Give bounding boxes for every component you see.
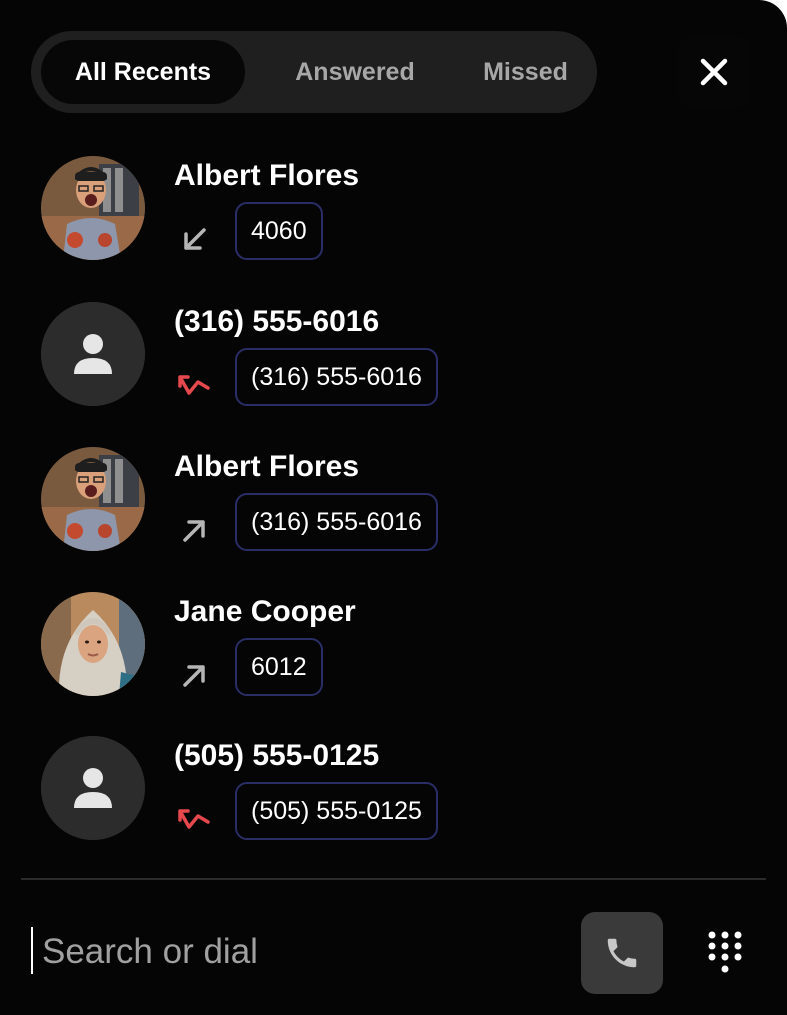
arrow-down-left-icon (184, 228, 206, 250)
tab-missed[interactable]: Missed (463, 40, 588, 104)
tab-answered[interactable]: Answered (267, 40, 443, 104)
user-icon (41, 302, 145, 406)
close-icon (700, 58, 728, 86)
dialpad-button[interactable] (693, 916, 759, 990)
arrow-up-right-icon (183, 665, 205, 687)
call-button[interactable] (581, 912, 663, 994)
call-row[interactable]: Jane Cooper 6012 (0, 592, 787, 722)
avatar (41, 156, 145, 260)
avatar (41, 447, 145, 551)
number-chip[interactable]: (316) 555-6016 (235, 493, 438, 551)
avatar (41, 736, 145, 840)
contact-name: Jane Cooper (174, 595, 356, 628)
avatar (41, 302, 145, 406)
close-button[interactable] (678, 36, 750, 108)
number-chip[interactable]: 4060 (235, 202, 323, 260)
avatar (41, 592, 145, 696)
phone-icon (607, 938, 637, 968)
number-chip[interactable]: (505) 555-0125 (235, 782, 438, 840)
call-row[interactable]: (505) 555-0125 (505) 555-0125 (0, 736, 787, 866)
text-caret (31, 927, 33, 974)
tab-all-recents[interactable]: All Recents (41, 40, 245, 104)
filter-tabs: All Recents Answered Missed (31, 31, 597, 113)
divider (21, 878, 766, 880)
recents-panel: All Recents Answered Missed Albert Flore… (0, 0, 787, 1015)
search-input[interactable] (42, 924, 562, 980)
call-row[interactable]: Albert Flores (316) 555-6016 (0, 447, 787, 577)
dialpad-icon (708, 931, 742, 973)
user-icon (41, 736, 145, 840)
missed-call-icon (178, 375, 210, 395)
contact-name: (316) 555-6016 (174, 305, 380, 338)
number-chip[interactable]: 6012 (235, 638, 323, 696)
missed-call-icon (178, 809, 210, 829)
contact-name: Albert Flores (174, 450, 360, 483)
call-row[interactable]: (316) 555-6016 (316) 555-6016 (0, 302, 787, 432)
number-chip[interactable]: (316) 555-6016 (235, 348, 438, 406)
contact-name: Albert Flores (174, 159, 360, 192)
contact-name: (505) 555-0125 (174, 739, 380, 772)
call-row[interactable]: Albert Flores 4060 (0, 156, 787, 286)
arrow-up-right-icon (183, 520, 205, 542)
